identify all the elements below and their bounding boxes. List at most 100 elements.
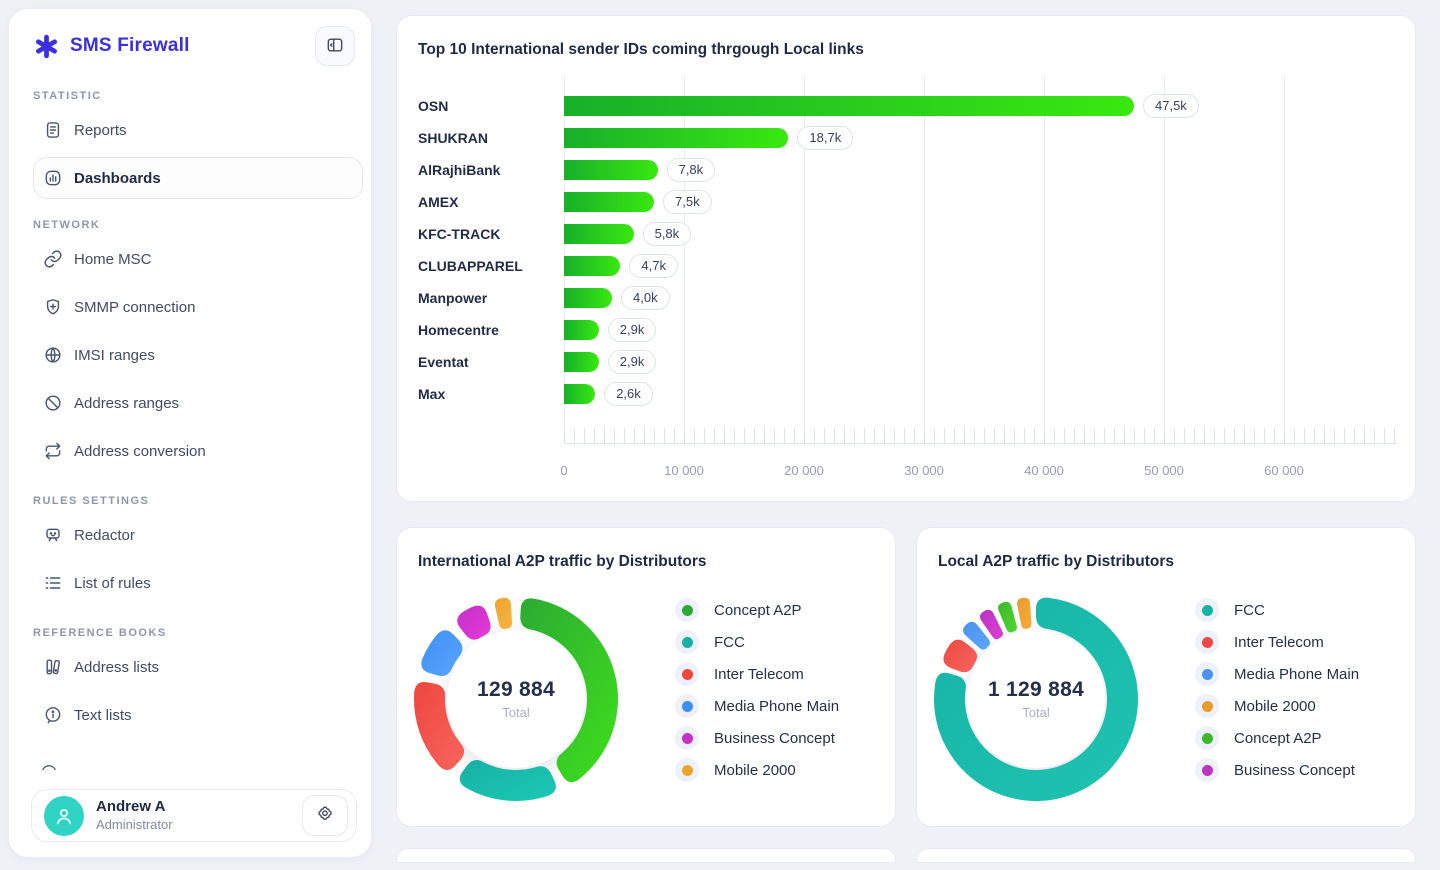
donut-segment-concept-a2p (998, 602, 1017, 633)
bar-row: SHUKRAN 18,7k (418, 122, 1395, 154)
legend-label: FCC (714, 634, 745, 651)
legend-label: Inter Telecom (1234, 634, 1324, 651)
sidebar-item-label: IMSI ranges (74, 347, 155, 364)
x-axis-tick-ruler (564, 428, 1397, 444)
sidebar-item-address-conversion[interactable]: Address conversion (33, 427, 363, 475)
bar-category-label: OSN (418, 98, 564, 114)
legend-swatch-halo (675, 758, 699, 782)
legend-item-mobile-2000[interactable]: Mobile 2000 (675, 758, 839, 782)
legend-label: Concept A2P (1234, 730, 1322, 747)
sidebar-item-imsi-ranges[interactable]: IMSI ranges (33, 331, 363, 379)
x-axis-label: 0 (560, 463, 567, 478)
sidebar-item-home-msc[interactable]: Home MSC (33, 235, 363, 283)
bar-chart-plot: OSN47,5kSHUKRAN18,7kAlRajhiBank7,8kAMEX7… (418, 75, 1395, 485)
legend-item-business-concept[interactable]: Business Concept (1195, 758, 1359, 782)
sidebar-item-label: Address conversion (74, 443, 206, 460)
sidebar-item-smmp-connection[interactable]: SMMP connection (33, 283, 363, 331)
legend-item-inter-telecom[interactable]: Inter Telecom (1195, 630, 1359, 654)
bar-value-badge: 2,6k (604, 382, 653, 406)
bar-amex (564, 192, 654, 212)
donut-segment-mobile-2000 (495, 598, 512, 629)
bar-track: 4,7k (564, 256, 1395, 276)
bar-row: Max2,6k (418, 378, 1395, 410)
partial-card (396, 848, 896, 863)
sidebar-item-reports[interactable]: Reports (33, 106, 363, 154)
bar-row: Eventat2,9k (418, 346, 1395, 378)
legend-item-mobile-2000[interactable]: Mobile 2000 (1195, 694, 1359, 718)
legend-swatch-halo (1195, 694, 1219, 718)
sidebar-item-dashboards[interactable]: Dashboards (33, 157, 363, 199)
info-bubble-icon (43, 705, 63, 725)
bar-manpower (564, 288, 612, 308)
sidebar-collapse-button[interactable] (315, 26, 355, 66)
shield-plus-icon (43, 297, 63, 317)
legend-swatch (682, 733, 693, 744)
donut-segment-inter-telecom (943, 640, 977, 673)
x-axis-label: 50 000 (1144, 463, 1184, 478)
bar-category-label: Homecentre (418, 322, 564, 338)
clipped-sidebar-icon (40, 762, 58, 770)
sidebar-item-redactor[interactable]: Redactor (33, 511, 363, 559)
bar-track: 7,5k (564, 192, 1395, 212)
nav-section-label: NETWORK (33, 219, 363, 231)
legend-swatch-halo (675, 694, 699, 718)
user-meta: Andrew A Administrator (96, 798, 173, 833)
bar-category-label: CLUBAPPAREL (418, 258, 564, 274)
bar-value-badge: 4,7k (629, 254, 678, 278)
gear-icon (315, 804, 335, 827)
legend-swatch (1202, 637, 1213, 648)
bar-track: 2,9k (564, 320, 1395, 340)
bar-row: AMEX7,5k (418, 186, 1395, 218)
link-icon (43, 249, 63, 269)
donut-segment-business-concept (457, 606, 490, 640)
bar-category-label: KFC-TRACK (418, 226, 564, 242)
legend-item-concept-a2p[interactable]: Concept A2P (675, 598, 839, 622)
list-icon (43, 573, 63, 593)
sidebar-item-label: SMMP connection (74, 299, 195, 316)
legend-item-media-phone-main[interactable]: Media Phone Main (675, 694, 839, 718)
legend-item-fcc[interactable]: FCC (1195, 598, 1359, 622)
legend-item-inter-telecom[interactable]: Inter Telecom (675, 662, 839, 686)
bar-value-badge: 4,0k (621, 286, 670, 310)
legend-item-fcc[interactable]: FCC (675, 630, 839, 654)
bar-row: KFC-TRACK5,8k (418, 218, 1395, 250)
bar-track: 7,8k (564, 160, 1395, 180)
bar-row: Manpower4,0k (418, 282, 1395, 314)
legend-label: Mobile 2000 (1234, 698, 1316, 715)
bar-row: Homecentre2,9k (418, 314, 1395, 346)
sidebar-item-label: Address lists (74, 659, 159, 676)
sidebar-item-label: Dashboards (74, 170, 161, 187)
sidebar: SMS Firewall STATISTICReportsDashboardsN… (8, 8, 372, 858)
sidebar-item-address-lists[interactable]: Address lists (33, 643, 363, 691)
donut-international-title: International A2P traffic by Distributor… (418, 553, 875, 571)
donut-segment-mobile-2000 (1017, 598, 1031, 629)
nav-section-label: RULES SETTINGS (33, 495, 363, 507)
bar-category-label: Eventat (418, 354, 564, 370)
legend-item-concept-a2p[interactable]: Concept A2P (1195, 726, 1359, 750)
sidebar-item-list-of-rules[interactable]: List of rules (33, 559, 363, 607)
bar-track: 2,6k (564, 384, 1395, 404)
bar-value-badge: 7,8k (667, 158, 716, 182)
user-card: Andrew A Administrator (31, 789, 357, 842)
bar-category-label: SHUKRAN (418, 130, 564, 146)
x-axis-label: 40 000 (1024, 463, 1064, 478)
sidebar-item-label: Reports (74, 122, 127, 139)
legend-item-media-phone-main[interactable]: Media Phone Main (1195, 662, 1359, 686)
legend-label: Media Phone Main (1234, 666, 1359, 683)
sidebar-item-label: Home MSC (74, 251, 152, 268)
legend-label: Concept A2P (714, 602, 802, 619)
bar-eventat (564, 352, 599, 372)
legend-item-business-concept[interactable]: Business Concept (675, 726, 839, 750)
donut-local-card: Local A2P traffic by Distributors 1 129 … (916, 527, 1416, 827)
donut-chart (926, 589, 1146, 809)
donut-local-chart: 1 129 884 Total (926, 589, 1146, 809)
legend-swatch-halo (1195, 662, 1219, 686)
bar-clubapparel (564, 256, 620, 276)
sidebar-item-text-lists[interactable]: Text lists (33, 691, 363, 739)
bar-value-badge: 18,7k (797, 126, 853, 150)
sidebar-item-address-ranges[interactable]: Address ranges (33, 379, 363, 427)
user-settings-button[interactable] (302, 795, 348, 836)
legend-swatch (1202, 765, 1213, 776)
sidebar-item-label: Redactor (74, 527, 135, 544)
legend-label: Media Phone Main (714, 698, 839, 715)
